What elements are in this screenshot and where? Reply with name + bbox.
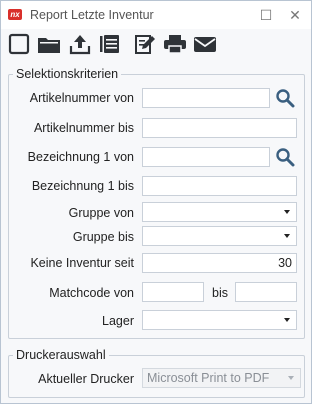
window-title: Report Letzte Inventur bbox=[30, 8, 154, 22]
keine-inventur-label: Keine Inventur seit bbox=[30, 256, 134, 270]
chevron-down-icon bbox=[284, 234, 290, 238]
matchcode-von-input[interactable] bbox=[142, 282, 204, 302]
chevron-down-icon bbox=[284, 318, 290, 322]
gruppe-bis-select[interactable] bbox=[142, 226, 297, 246]
search-icon bbox=[276, 148, 295, 167]
artikel-von-input[interactable] bbox=[142, 88, 270, 108]
lager-label: Lager bbox=[102, 314, 134, 328]
artikel-von-label: Artikelnummer von bbox=[29, 91, 134, 105]
matchcode-von-label: Matchcode von bbox=[49, 286, 134, 300]
toolbar bbox=[1, 29, 311, 59]
close-button[interactable]: ✕ bbox=[286, 6, 304, 24]
maximize-button[interactable]: ☐ bbox=[257, 6, 275, 24]
edit-button[interactable] bbox=[132, 32, 158, 56]
report-window: nx Report Letzte Inventur ☐ ✕ Selektions… bbox=[0, 0, 312, 404]
folder-icon bbox=[38, 38, 60, 53]
selection-criteria-legend: Selektionskriterien bbox=[16, 67, 119, 81]
current-printer-label: Aktueller Drucker bbox=[38, 372, 134, 386]
bezeichnung-search-button[interactable] bbox=[273, 146, 297, 168]
artikel-bis-input[interactable] bbox=[142, 118, 297, 138]
artikel-bis-label: Artikelnummer bis bbox=[33, 121, 134, 135]
mail-icon bbox=[194, 37, 216, 52]
title-bar: nx Report Letzte Inventur ☐ ✕ bbox=[1, 1, 311, 29]
search-icon bbox=[276, 89, 295, 108]
export-button[interactable] bbox=[67, 32, 93, 56]
artikel-search-button[interactable] bbox=[273, 87, 297, 109]
mail-button[interactable] bbox=[192, 32, 218, 56]
print-button[interactable] bbox=[162, 32, 188, 56]
export-icon bbox=[69, 35, 91, 55]
matchcode-bis-label: bis bbox=[212, 286, 228, 300]
gruppe-bis-label: Gruppe bis bbox=[72, 230, 134, 244]
bezeichnung-von-input[interactable] bbox=[142, 147, 270, 167]
list-icon bbox=[100, 35, 119, 53]
app-logo: nx bbox=[8, 9, 22, 20]
gruppe-von-select[interactable] bbox=[142, 202, 297, 222]
current-printer-select[interactable]: Microsoft Print to PDF bbox=[142, 368, 301, 388]
list-button[interactable] bbox=[97, 32, 123, 56]
printer-icon bbox=[164, 35, 186, 54]
bezeichnung-bis-input[interactable] bbox=[142, 176, 297, 196]
new-button[interactable] bbox=[6, 32, 32, 56]
bezeichnung-von-label: Bezeichnung 1 von bbox=[27, 150, 134, 164]
open-button[interactable] bbox=[36, 32, 62, 56]
bezeichnung-bis-label: Bezeichnung 1 bis bbox=[31, 179, 134, 193]
edit-icon bbox=[135, 35, 155, 54]
chevron-down-icon bbox=[288, 376, 294, 380]
printer-selection-legend: Druckerauswahl bbox=[16, 348, 106, 362]
lager-select[interactable] bbox=[142, 310, 297, 330]
gruppe-von-label: Gruppe von bbox=[68, 206, 134, 220]
matchcode-bis-input[interactable] bbox=[235, 282, 297, 302]
current-printer-value: Microsoft Print to PDF bbox=[147, 371, 270, 385]
keine-inventur-input[interactable]: 30 bbox=[142, 253, 297, 273]
new-document-icon bbox=[8, 33, 30, 55]
chevron-down-icon bbox=[284, 210, 290, 214]
